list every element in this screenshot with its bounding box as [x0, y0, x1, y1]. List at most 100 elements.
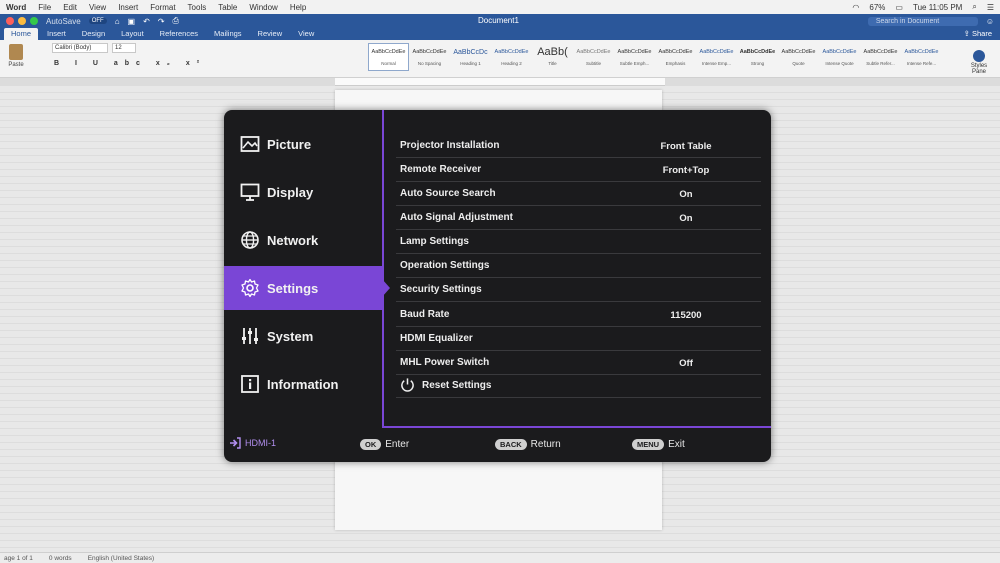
tab-layout[interactable]: Layout [114, 28, 151, 40]
tab-insert[interactable]: Insert [40, 28, 73, 40]
style-intense-reference[interactable]: AaBbCcDdEe Intense Refe... [901, 43, 942, 71]
font-size-select[interactable]: 12 [112, 43, 136, 53]
undo-icon[interactable]: ↶ [143, 17, 150, 26]
status-bar: age 1 of 1 0 words English (United State… [0, 552, 1000, 563]
language-indicator[interactable]: English (United States) [88, 555, 154, 562]
wifi-icon[interactable]: ◠ [852, 3, 859, 12]
spotlight-icon[interactable]: ⌕ [972, 2, 976, 12]
styles-pane-icon [973, 50, 985, 62]
osd-row-lamp-settings[interactable]: Lamp Settings [396, 230, 761, 254]
mac-menu-view[interactable]: View [89, 3, 106, 12]
home-icon[interactable]: ⌂ [115, 17, 120, 26]
osd-row-hdmi-equalizer[interactable]: HDMI Equalizer [396, 327, 761, 351]
paste-button[interactable]: Paste [6, 44, 26, 68]
osd-menu-settings[interactable]: Settings [224, 266, 390, 310]
close-window-button[interactable] [6, 17, 14, 25]
mac-menu-file[interactable]: File [38, 3, 51, 12]
style-intense-emphasis[interactable]: AaBbCcDdEe Intense Emp... [696, 43, 737, 71]
autosave-toggle[interactable]: OFF [88, 18, 107, 24]
ok-enter-hint[interactable]: OK Enter [360, 439, 409, 450]
osd-row-projector-installation[interactable]: Projector Installation Front Table [396, 134, 761, 158]
menu-exit-hint[interactable]: MENU Exit [632, 439, 685, 450]
style-title[interactable]: AaBb(Title [532, 43, 573, 71]
save-icon[interactable]: ▣ [128, 17, 136, 26]
page-count[interactable]: age 1 of 1 [4, 555, 33, 562]
style-heading-1[interactable]: AaBbCcDc Heading 1 [450, 43, 491, 71]
mac-menu-tools[interactable]: Tools [188, 3, 207, 12]
osd-row-auto-signal-adjustment[interactable]: Auto Signal Adjustment On [396, 206, 761, 230]
mac-menu-word[interactable]: Word [6, 3, 26, 12]
search-in-document-input[interactable]: Search in Document [867, 16, 978, 26]
mac-status-area: ◠ 67% ▭ Tue 11:05 PM ⌕ ☰ [852, 2, 994, 12]
styles-gallery: AaBbCcDdEe Normal AaBbCcDdEe No Spacing Aa… [368, 43, 942, 71]
style-quote[interactable]: AaBbCcDdEe Quote [778, 43, 819, 71]
osd-row-remote-receiver[interactable]: Remote Receiver Front+Top [396, 158, 761, 182]
smiley-icon[interactable]: ☺ [986, 17, 994, 26]
share-button[interactable]: ⇪ Share [956, 29, 1000, 40]
style-emphasis[interactable]: AaBbCcDdEe Emphasis [655, 43, 696, 71]
redo-icon[interactable]: ↷ [158, 17, 165, 26]
osd-menu-display[interactable]: Display [224, 170, 382, 214]
style-preview: AaBbCcDc [453, 49, 488, 56]
back-return-hint[interactable]: BACK Return [495, 439, 561, 450]
globe-icon [241, 231, 259, 249]
mac-menu-help[interactable]: Help [290, 3, 306, 12]
styles-pane-button[interactable]: Styles Pane [964, 50, 994, 75]
style-subtitle[interactable]: AaBbCcDdEe Subtitle [573, 43, 614, 71]
tab-design[interactable]: Design [75, 28, 112, 40]
styles-pane-label: Styles Pane [970, 63, 988, 75]
style-label: Subtle Refer... [866, 61, 895, 66]
style-preview: AaBbCcDdEe [739, 49, 776, 55]
osd-row-label: Baud Rate [400, 309, 450, 320]
style-subtle-emphasis[interactable]: AaBbCcDdEe Subtle Emph... [614, 43, 655, 71]
osd-menu-label: System [267, 328, 314, 344]
text-format-buttons[interactable]: B I U abc x₂ x² [54, 60, 206, 67]
style-preview: AaBbCcDdEe [617, 49, 652, 55]
clock[interactable]: Tue 11:05 PM [913, 3, 962, 12]
print-icon[interactable]: ⎙ [173, 16, 179, 26]
tab-mailings[interactable]: Mailings [207, 28, 249, 40]
tab-references[interactable]: References [153, 28, 205, 40]
osd-row-value: On [679, 189, 693, 200]
osd-row-reset-settings[interactable]: Reset Settings [396, 374, 761, 398]
tab-view[interactable]: View [291, 28, 321, 40]
osd-menu-network[interactable]: Network [224, 218, 382, 262]
osd-menu-system[interactable]: System [224, 314, 382, 358]
mac-menu-table[interactable]: Table [218, 3, 237, 12]
osd-row-baud-rate[interactable]: Baud Rate 115200 [396, 303, 761, 327]
tab-review[interactable]: Review [251, 28, 290, 40]
mac-menu-insert[interactable]: Insert [118, 3, 138, 12]
style-normal[interactable]: AaBbCcDdEe Normal [368, 43, 409, 71]
minimize-window-button[interactable] [18, 17, 26, 25]
mac-menu-window[interactable]: Window [249, 3, 277, 12]
osd-row-security-settings[interactable]: Security Settings [396, 278, 761, 302]
style-heading-2[interactable]: AaBbCcDdEe Heading 2 [491, 43, 532, 71]
battery-percent[interactable]: 67% [869, 3, 885, 12]
font-name-select[interactable]: Calibri (Body) [52, 43, 108, 53]
osd-menu-picture[interactable]: Picture [224, 122, 382, 166]
osd-row-operation-settings[interactable]: Operation Settings [396, 254, 761, 278]
horizontal-ruler[interactable] [335, 78, 665, 86]
style-label: Intense Quote [825, 61, 854, 66]
style-subtle-reference[interactable]: AaBbCcDdEe Subtle Refer... [860, 43, 901, 71]
mac-menu-edit[interactable]: Edit [63, 3, 77, 12]
input-source-indicator[interactable]: HDMI-1 [228, 437, 276, 449]
tab-home[interactable]: Home [4, 28, 39, 40]
notification-icon[interactable]: ☰ [987, 3, 994, 12]
style-intense-quote[interactable]: AaBbCcDdEe Intense Quote [819, 43, 860, 71]
mac-menu-format[interactable]: Format [150, 3, 175, 12]
style-no-spacing[interactable]: AaBbCcDdEe No Spacing [409, 43, 450, 71]
zoom-window-button[interactable] [30, 17, 38, 25]
input-source-icon [230, 437, 241, 449]
osd-menu-information[interactable]: Information [224, 362, 382, 406]
style-preview: AaBbCcDdEe [699, 49, 734, 55]
word-count[interactable]: 0 words [49, 555, 72, 562]
power-reset-icon [401, 378, 414, 392]
osd-row-label: Security Settings [400, 284, 482, 295]
osd-row-mhl-power-switch[interactable]: MHL Power Switch Off [396, 351, 761, 375]
osd-row-auto-source-search[interactable]: Auto Source Search On [396, 182, 761, 206]
style-strong[interactable]: AaBbCcDdEe Strong [737, 43, 778, 71]
osd-settings-panel: Projector Installation Front Table Remot… [382, 110, 771, 428]
osd-row-label: Reset Settings [422, 380, 492, 391]
style-label: Emphasis [665, 61, 686, 66]
